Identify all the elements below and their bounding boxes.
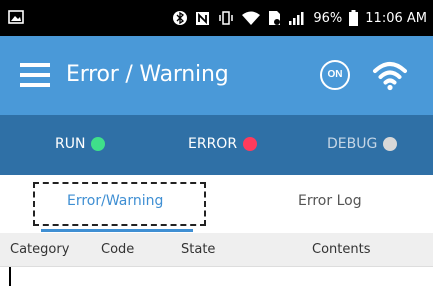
status-debug-label: DEBUG — [327, 136, 378, 152]
column-state: State — [181, 242, 216, 257]
table-body — [0, 267, 433, 286]
app-bar: Error / Warning ON — [0, 36, 433, 115]
column-contents: Contents — [312, 242, 371, 257]
list-edge-line — [9, 267, 11, 286]
highlight-box — [33, 182, 206, 226]
error-status-dot — [243, 137, 258, 151]
status-error-label: ERROR — [188, 136, 238, 152]
column-code: Code — [101, 242, 135, 257]
run-status-dot — [91, 137, 106, 151]
status-debug: DEBUG — [327, 136, 398, 152]
sim-icon — [267, 10, 281, 26]
status-run: RUN — [55, 136, 106, 152]
gallery-notification-icon — [8, 9, 24, 25]
active-tab-indicator — [41, 229, 193, 232]
battery-percent: 96% — [313, 10, 343, 26]
status-error: ERROR — [188, 136, 258, 152]
signal-icon — [288, 11, 306, 26]
vibrate-icon — [217, 10, 235, 26]
bluetooth-icon — [172, 10, 188, 26]
tab-error-log[interactable]: Error Log — [298, 193, 362, 209]
system-status-bar: 96% 11:06 AM — [0, 0, 433, 36]
wifi-status-icon — [242, 11, 261, 26]
status-run-label: RUN — [55, 136, 86, 152]
battery-icon — [349, 10, 359, 26]
column-category: Category — [10, 242, 70, 257]
menu-icon[interactable] — [20, 63, 50, 87]
debug-status-dot — [383, 137, 398, 151]
status-indicator-row: RUN ERROR DEBUG — [0, 115, 433, 175]
wifi-icon[interactable] — [372, 58, 408, 96]
power-on-badge[interactable]: ON — [320, 60, 350, 90]
nfc-icon — [195, 11, 210, 26]
page-title: Error / Warning — [66, 62, 229, 87]
clock: 11:06 AM — [365, 10, 427, 26]
table-header: Category Code State Contents — [0, 233, 433, 267]
